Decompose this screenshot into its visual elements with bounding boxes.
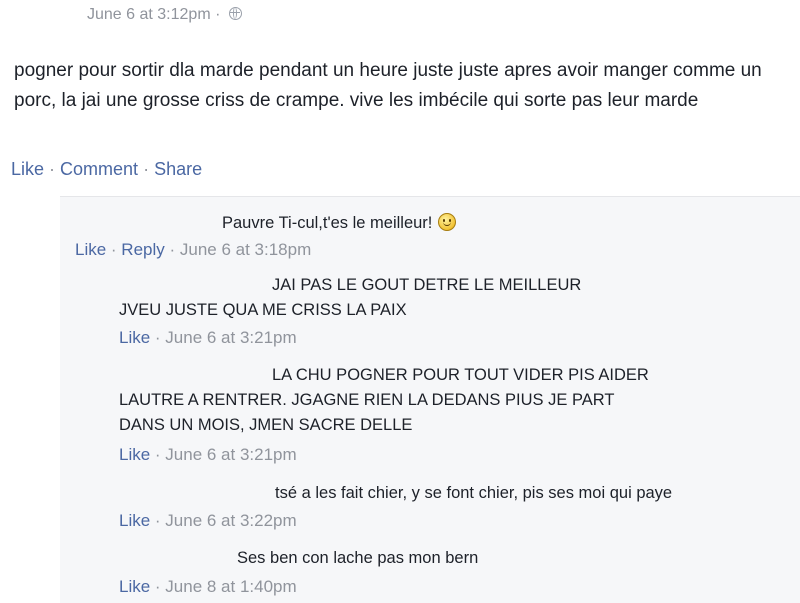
post-body: pogner pour sortir dla marde pendant un … <box>14 60 762 111</box>
action-separator: · <box>44 159 61 179</box>
comment-timestamp[interactable]: June 6 at 3:21pm <box>165 328 296 347</box>
post-timestamp[interactable]: June 6 at 3:12pm <box>87 6 211 23</box>
comment-line: DANS UN MOIS, JMEN SACRE DELLE <box>119 416 413 434</box>
action-separator: · <box>138 159 155 179</box>
smiley-emoji-icon <box>438 213 457 231</box>
comment-line: tsé a les fait chier, y se font chier, p… <box>275 484 673 502</box>
meta-separator: · <box>150 445 166 464</box>
comment-timestamp[interactable]: June 8 at 1:40pm <box>165 577 296 596</box>
comment-meta: Like · June 6 at 3:21pm <box>119 445 297 465</box>
share-button[interactable]: Share <box>154 159 202 179</box>
comment-like-button[interactable]: Like <box>119 328 150 347</box>
comment-like-button[interactable]: Like <box>119 445 150 464</box>
comment-line: LAUTRE A RENTRER. JGAGNE RIEN LA DEDANS … <box>119 391 615 409</box>
comment-timestamp[interactable]: June 6 at 3:22pm <box>165 511 296 530</box>
comment-meta: Like · June 6 at 3:21pm <box>119 328 297 348</box>
comment-line: JVEU JUSTE QUA ME CRISS LA PAIX <box>119 301 407 319</box>
comment-line: LA CHU POGNER POUR TOUT VIDER PIS AIDER <box>272 366 649 384</box>
comment-line: Pauvre Ti-cul,t'es le meilleur! <box>222 214 433 232</box>
comment-timestamp[interactable]: June 6 at 3:21pm <box>165 445 296 464</box>
comment-like-button[interactable]: Like <box>119 511 150 530</box>
comment-line: Ses ben con lache pas mon bern <box>237 549 479 567</box>
globe-icon[interactable] <box>228 7 242 20</box>
meta-separator: · <box>106 240 122 259</box>
comment-reply-button[interactable]: Reply <box>121 240 164 259</box>
timestamp-separator: · <box>215 6 221 23</box>
post-timestamp-row: June 6 at 3:12pm · <box>87 6 242 24</box>
meta-separator: · <box>164 240 180 259</box>
comment-like-button[interactable]: Like <box>119 577 150 596</box>
comment-text: Pauvre Ti-cul,t'es le meilleur! <box>222 213 457 233</box>
comment-like-button[interactable]: Like <box>75 240 106 259</box>
comment-meta: Like · June 8 at 1:40pm <box>119 577 297 597</box>
comment-line: JAI PAS LE GOUT DETRE LE MEILLEUR <box>272 276 582 294</box>
like-button[interactable]: Like <box>11 159 44 179</box>
comment-meta: Like · June 6 at 3:22pm <box>119 511 297 531</box>
meta-separator: · <box>150 511 166 530</box>
post-actions: Like · Comment · Share <box>11 159 202 180</box>
comment-button[interactable]: Comment <box>60 159 138 179</box>
meta-separator: · <box>150 577 166 596</box>
comment-timestamp[interactable]: June 6 at 3:18pm <box>180 240 311 259</box>
comment-meta: Like · Reply · June 6 at 3:18pm <box>75 240 311 260</box>
meta-separator: · <box>150 328 166 347</box>
